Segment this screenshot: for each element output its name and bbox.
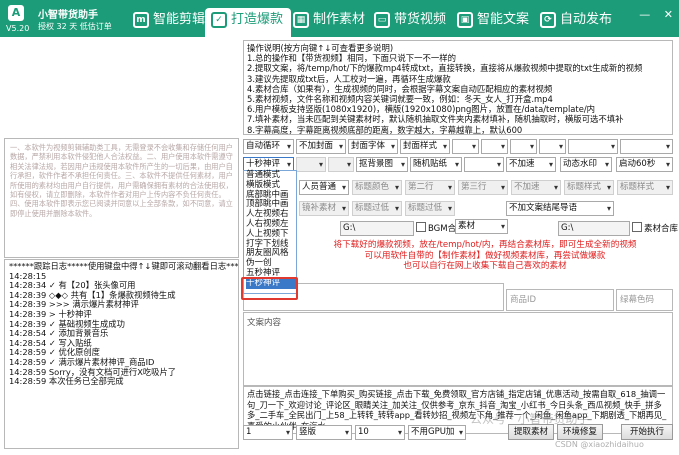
option-select-4[interactable] — [539, 139, 566, 154]
video-icon: ▭ — [374, 12, 390, 28]
count-select[interactable]: 1 — [243, 425, 293, 440]
ending-guide-select[interactable]: 不加文案结尾导语 — [506, 201, 614, 216]
title-color-select[interactable]: 标题颜色 — [352, 180, 402, 195]
option-select-7[interactable] — [296, 157, 326, 172]
random-sticker-select[interactable]: 随机贴纸 — [410, 157, 462, 172]
tab-label: 打造爆款 — [231, 12, 284, 27]
tab-auto-publish[interactable]: ⟳ 自动发布 — [540, 10, 612, 37]
option-select-6[interactable] — [620, 139, 673, 154]
orientation-select[interactable]: 竖版 — [296, 425, 352, 440]
bgm-path-field[interactable]: G:\ — [340, 221, 414, 236]
template-mode-dropdown[interactable]: 普通模式 横版模式 底部眺中画 顶部眺中画 人左视频右 人右视频左 人上视频下 … — [243, 170, 297, 294]
option-select-8[interactable] — [328, 157, 354, 172]
dropdown-option-selected[interactable]: 十秒神评 — [246, 278, 296, 289]
tab-product-video[interactable]: ▭ 带货视频 — [374, 10, 446, 37]
second-line-select[interactable]: 第二行 — [405, 180, 455, 195]
option-select-3[interactable] — [510, 139, 537, 154]
gpu-select[interactable]: 不用GPU加 — [408, 425, 466, 440]
title-low-select-2[interactable]: 标题过低 — [405, 201, 455, 216]
instruction-line: 8.字幕高度，字幕距离视频底部的距离，数字越大，字幕越靠上，默认600 — [247, 124, 523, 135]
cover-select[interactable]: 不加封面 — [296, 139, 346, 154]
start-run-button[interactable]: 开始执行 — [621, 424, 673, 440]
log-panel[interactable]: ******跟踪日志*****使用键盘中得↑↓键即可滚动翻看日志*** 14:2… — [4, 259, 239, 449]
title-bar: A V5.20 小智带货助手 授权 32 天 低估订单 m 智能剪辑 ✓ 打造爆… — [0, 0, 679, 37]
dynamic-watermark-select[interactable]: 动态水印 — [560, 157, 612, 172]
tab-label: 智能剪辑 — [153, 12, 206, 27]
loop-mode-select[interactable]: 自动循环 — [243, 139, 294, 154]
log-line: 14:28:59 本次任务已全部完成 — [9, 376, 124, 387]
option-select-2[interactable] — [481, 139, 508, 154]
instruction-line: 操作说明(按方向键↑↓可查看更多说明) — [247, 43, 394, 53]
app-logo-icon: A — [8, 5, 24, 21]
person-mode-select[interactable]: 人员普通 — [299, 180, 349, 195]
material-path-field[interactable]: G:\ — [558, 221, 630, 236]
close-icon[interactable]: ✕ — [664, 8, 673, 21]
copy-content-textarea[interactable]: 文案内容 — [243, 312, 673, 386]
fill-material-select[interactable]: 镜补素材 — [299, 201, 349, 216]
disclaimer-panel: 一、本软件为视频剪辑辅助类工具，无需登录不会收集和存储任何用户数据，严禁利用本软… — [4, 138, 239, 258]
hint-line: 将下载好的爆款视频，放在/temp/hot/内，再结合素材库，即可生成全新的视频 — [333, 240, 637, 250]
instruction-line: 5.素材视频，文件名称和视频内容关键词就要一致，例如：冬天_女人_打开盒.mp4 — [247, 94, 553, 105]
third-line-select[interactable]: 第三行 — [458, 180, 508, 195]
tab-smart-copy[interactable]: ▣ 智能文案 — [457, 10, 529, 37]
instruction-line: 3.建议先提取成txt后，人工校对一遍，再循环生成爆款 — [247, 73, 451, 84]
refresh-icon: ⟳ — [540, 12, 556, 28]
instruction-line: 6.用户模板支持竖版(1080x1920)，横版(1920x1080)png图片… — [247, 104, 596, 115]
instruction-line: 7.填补素材，当未匹配到关键素材时，默认随机抽取文件夹内素材填补，随机抽取时，横… — [247, 114, 624, 125]
material-library-checkbox[interactable]: 素材合库 — [632, 222, 678, 234]
minimize-icon[interactable]: — — [639, 8, 650, 21]
app-title: 小智带货助手 — [38, 10, 98, 21]
title-style-select[interactable]: 标题样式 — [564, 180, 614, 195]
app-version: V5.20 — [6, 24, 30, 33]
greenscreen-color-input[interactable]: 绿幕色码 — [616, 289, 673, 311]
tab-smart-edit[interactable]: m 智能剪辑 — [133, 10, 205, 37]
tab-label: 自动发布 — [560, 12, 613, 27]
option-select-5[interactable] — [568, 139, 618, 154]
hint-message: 将下载好的爆款视频，放在/temp/hot/内，再结合素材库，即可生成全新的视频… — [305, 240, 665, 272]
instruction-line: 1.总的操作和【带货视频】相同，下面只说下一不一样的 — [247, 53, 456, 64]
csdn-watermark: CSDN @xiaozhidaihuo — [555, 440, 644, 449]
title-style-select-2[interactable]: 标题样式 — [617, 180, 673, 195]
option-select-1[interactable] — [452, 139, 479, 154]
hint-line: 也可以自行在网上收集下载自己喜欢的素材 — [403, 261, 567, 272]
title-low-select[interactable]: 标题过低 — [352, 201, 402, 216]
tab-label: 智能文案 — [477, 12, 530, 27]
matting-background-select[interactable]: 抠背景图 — [356, 157, 408, 172]
cover-font-select[interactable]: 封面字体 — [348, 139, 398, 154]
duration-select[interactable]: 启动60秒 — [616, 157, 673, 172]
product-id-input[interactable]: 商品ID — [506, 289, 614, 311]
instructions-panel[interactable]: 操作说明(按方向键↑↓可查看更多说明) 1.总的操作和【带货视频】相同，下面只说… — [243, 40, 673, 135]
speed-select-2[interactable]: 不加速 — [511, 180, 561, 195]
tab-label: 制作素材 — [313, 12, 366, 27]
window-controls: — ✕ — [629, 8, 673, 21]
instruction-line: 2.提取文案，将/temp/hot/下的爆款mp4转成txt，直接转换，直接将从… — [247, 63, 643, 74]
tab-label: 带货视频 — [394, 12, 447, 27]
wechat-watermark: 公众号 · 小智带货助手 — [470, 412, 590, 426]
tab-create-hit[interactable]: ✓ 打造爆款 — [205, 8, 292, 37]
checkmark-icon: ✓ — [211, 12, 227, 28]
tab-make-material[interactable]: ▦ 制作素材 — [293, 10, 365, 37]
fps-select[interactable]: 10 — [355, 425, 405, 440]
speed-select[interactable]: 不加速 — [506, 157, 556, 172]
document-icon: ▣ — [457, 12, 473, 28]
grid-icon: ▦ — [293, 12, 309, 28]
hint-line: 可以用软件自带的【制作素材】做好视频素材库，再尝试做爆款 — [364, 250, 606, 261]
instruction-line: 4.素材合库（如果有），生成视频的同时，会根据字幕文案自动匹配相应的素材视频 — [247, 83, 553, 94]
app-subtitle: 授权 32 天 低估订单 — [38, 22, 112, 31]
material-library-label: 素材合库 — [644, 224, 679, 234]
material-select[interactable]: 素材 — [455, 219, 508, 234]
cover-style-select[interactable]: 封面样式 — [400, 139, 450, 154]
disclaimer-text: 一、本软件为视频剪辑辅助类工具，无需登录不会收集和存储任何用户数据，严禁利用本软… — [10, 143, 233, 218]
smart-edit-icon: m — [133, 12, 149, 28]
option-select-9[interactable] — [464, 157, 504, 172]
